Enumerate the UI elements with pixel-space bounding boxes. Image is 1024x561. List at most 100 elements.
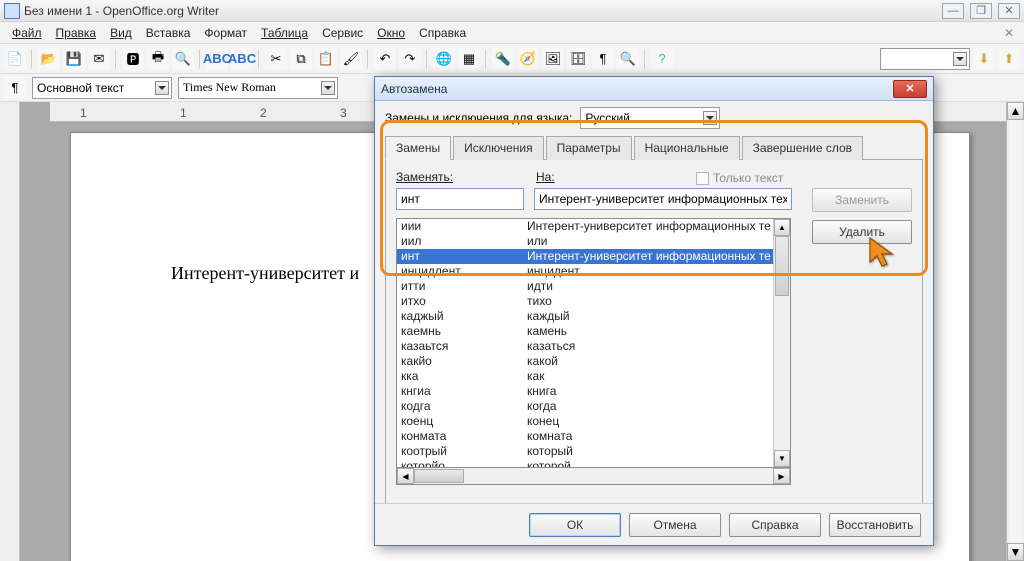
scroll-up-button[interactable]: ▲ [1007, 102, 1024, 120]
format-paint-icon[interactable]: 🖌 [340, 48, 362, 70]
paragraph-style-combo[interactable]: Основной текст [32, 77, 172, 99]
list-vertical-scrollbar[interactable]: ▲ ▼ [773, 219, 790, 467]
vertical-scrollbar[interactable]: ▲ ▼ [1006, 102, 1024, 561]
cut-icon[interactable]: ✂ [265, 48, 287, 70]
tab-options[interactable]: Параметры [546, 136, 632, 160]
table-icon[interactable]: ▦ [458, 48, 480, 70]
with-input[interactable] [534, 188, 792, 210]
list-row[interactable]: которйокоторой [397, 459, 773, 467]
delete-button[interactable]: Удалить [812, 220, 912, 244]
spellcheck-icon[interactable]: ABC [206, 48, 228, 70]
zoom-icon[interactable]: 🔍 [617, 48, 639, 70]
list-cell-abbrev: коенц [397, 414, 527, 429]
list-row[interactable]: иттиидти [397, 279, 773, 294]
text-only-checkbox[interactable]: Только текст [696, 171, 783, 185]
undo-icon[interactable]: ↶ [374, 48, 396, 70]
list-row[interactable]: конматакомната [397, 429, 773, 444]
list-cell-abbrev: иии [397, 219, 527, 234]
tab-replace[interactable]: Замены [385, 136, 451, 160]
tab-localized[interactable]: Национальные [634, 136, 740, 160]
new-doc-icon[interactable]: 📄 [4, 48, 26, 70]
list-row[interactable]: иииИнтерент-университет информационных т… [397, 219, 773, 234]
menu-tools[interactable]: Сервис [316, 24, 369, 42]
ok-button[interactable]: ОК [529, 513, 621, 537]
mail-icon[interactable]: ✉ [88, 48, 110, 70]
menu-file[interactable]: Файл [6, 24, 48, 42]
reset-button[interactable]: Восстановить [829, 513, 921, 537]
pdf-icon[interactable]: 🅿 [122, 48, 144, 70]
vertical-ruler[interactable] [0, 102, 20, 561]
paste-icon[interactable]: 📋 [315, 48, 337, 70]
nav-up-icon[interactable]: ⬇ [973, 48, 995, 70]
list-scroll-down[interactable]: ▼ [774, 450, 790, 467]
list-row[interactable]: какйокакой [397, 354, 773, 369]
gallery-icon[interactable]: 🖼 [542, 48, 564, 70]
list-row[interactable]: кнгиакнига [397, 384, 773, 399]
language-value: Русский [585, 111, 630, 125]
menu-table[interactable]: Таблица [255, 24, 314, 42]
list-cell-abbrev: какйо [397, 354, 527, 369]
dialog-close-button[interactable]: ✕ [893, 80, 927, 98]
help-icon[interactable]: ? [651, 48, 673, 70]
menubar: Файл Правка Вид Вставка Формат Таблица С… [0, 22, 1024, 44]
list-scroll-right[interactable]: ▶ [773, 468, 790, 484]
nonprinting-icon[interactable]: ¶ [592, 48, 614, 70]
list-scroll-thumb[interactable] [775, 236, 789, 296]
navigator-icon[interactable]: 🧭 [517, 48, 539, 70]
styles-icon[interactable]: ¶ [4, 77, 26, 99]
list-row[interactable]: итхотихо [397, 294, 773, 309]
font-name-combo[interactable]: Times New Roman [178, 77, 338, 99]
replace-button[interactable]: Заменить [812, 188, 912, 212]
language-combo[interactable]: Русский [580, 107, 720, 129]
preview-icon[interactable]: 🔍 [172, 48, 194, 70]
list-cell-replacement: инцидент [527, 264, 773, 279]
help-button[interactable]: Справка [729, 513, 821, 537]
list-row[interactable]: иилили [397, 234, 773, 249]
menu-window[interactable]: Окно [371, 24, 411, 42]
scroll-down-button[interactable]: ▼ [1007, 543, 1024, 561]
tab-exceptions[interactable]: Исключения [453, 136, 544, 160]
menu-format[interactable]: Формат [198, 24, 253, 42]
list-row[interactable]: коотрыйкоторый [397, 444, 773, 459]
list-scroll-left[interactable]: ◀ [397, 468, 414, 484]
menu-help[interactable]: Справка [413, 24, 472, 42]
nav-down-icon[interactable]: ⬆ [998, 48, 1020, 70]
close-window-button[interactable]: ✕ [998, 3, 1020, 19]
list-cell-abbrev: казаьтся [397, 339, 527, 354]
menu-view[interactable]: Вид [104, 24, 138, 42]
list-row[interactable]: ккакак [397, 369, 773, 384]
save-icon[interactable]: 💾 [63, 48, 85, 70]
list-row[interactable]: инцидлентинцидент [397, 264, 773, 279]
print-icon[interactable]: 🖶 [147, 48, 169, 70]
maximize-button[interactable]: ❐ [970, 3, 992, 19]
menu-edit[interactable]: Правка [50, 24, 103, 42]
list-row[interactable]: каемнькамень [397, 324, 773, 339]
redo-icon[interactable]: ↷ [399, 48, 421, 70]
list-horizontal-scrollbar[interactable]: ◀ ▶ [396, 468, 791, 485]
copy-icon[interactable]: ⧉ [290, 48, 312, 70]
zoom-combo[interactable] [880, 48, 970, 70]
datasources-icon[interactable]: 🗄 [567, 48, 589, 70]
list-row[interactable]: каджыйкаждый [397, 309, 773, 324]
autospell-icon[interactable]: ABC [231, 48, 253, 70]
list-cell-replacement: Интерент-университет информационных те [527, 219, 773, 234]
list-row[interactable]: интИнтерент-университет информационных т… [397, 249, 773, 264]
find-icon[interactable]: 🔦 [492, 48, 514, 70]
dialog-titlebar[interactable]: Автозамена ✕ [375, 77, 933, 101]
replacement-list[interactable]: иииИнтерент-университет информационных т… [396, 218, 791, 468]
cancel-button[interactable]: Отмена [629, 513, 721, 537]
list-row[interactable]: казаьтсяказаться [397, 339, 773, 354]
hyperlink-icon[interactable]: 🌐 [433, 48, 455, 70]
list-scroll-up[interactable]: ▲ [774, 219, 790, 236]
menu-insert[interactable]: Вставка [140, 24, 197, 42]
app-icon [4, 3, 20, 19]
list-cell-replacement: комната [527, 429, 773, 444]
list-row[interactable]: коенцконец [397, 414, 773, 429]
doc-close-button[interactable]: ✕ [1000, 25, 1018, 41]
replace-input[interactable] [396, 188, 524, 210]
tab-word-completion[interactable]: Завершение слов [742, 136, 863, 160]
open-icon[interactable]: 📂 [38, 48, 60, 70]
minimize-button[interactable]: — [942, 3, 964, 19]
list-hscroll-thumb[interactable] [414, 469, 464, 483]
list-row[interactable]: кодгакогда [397, 399, 773, 414]
